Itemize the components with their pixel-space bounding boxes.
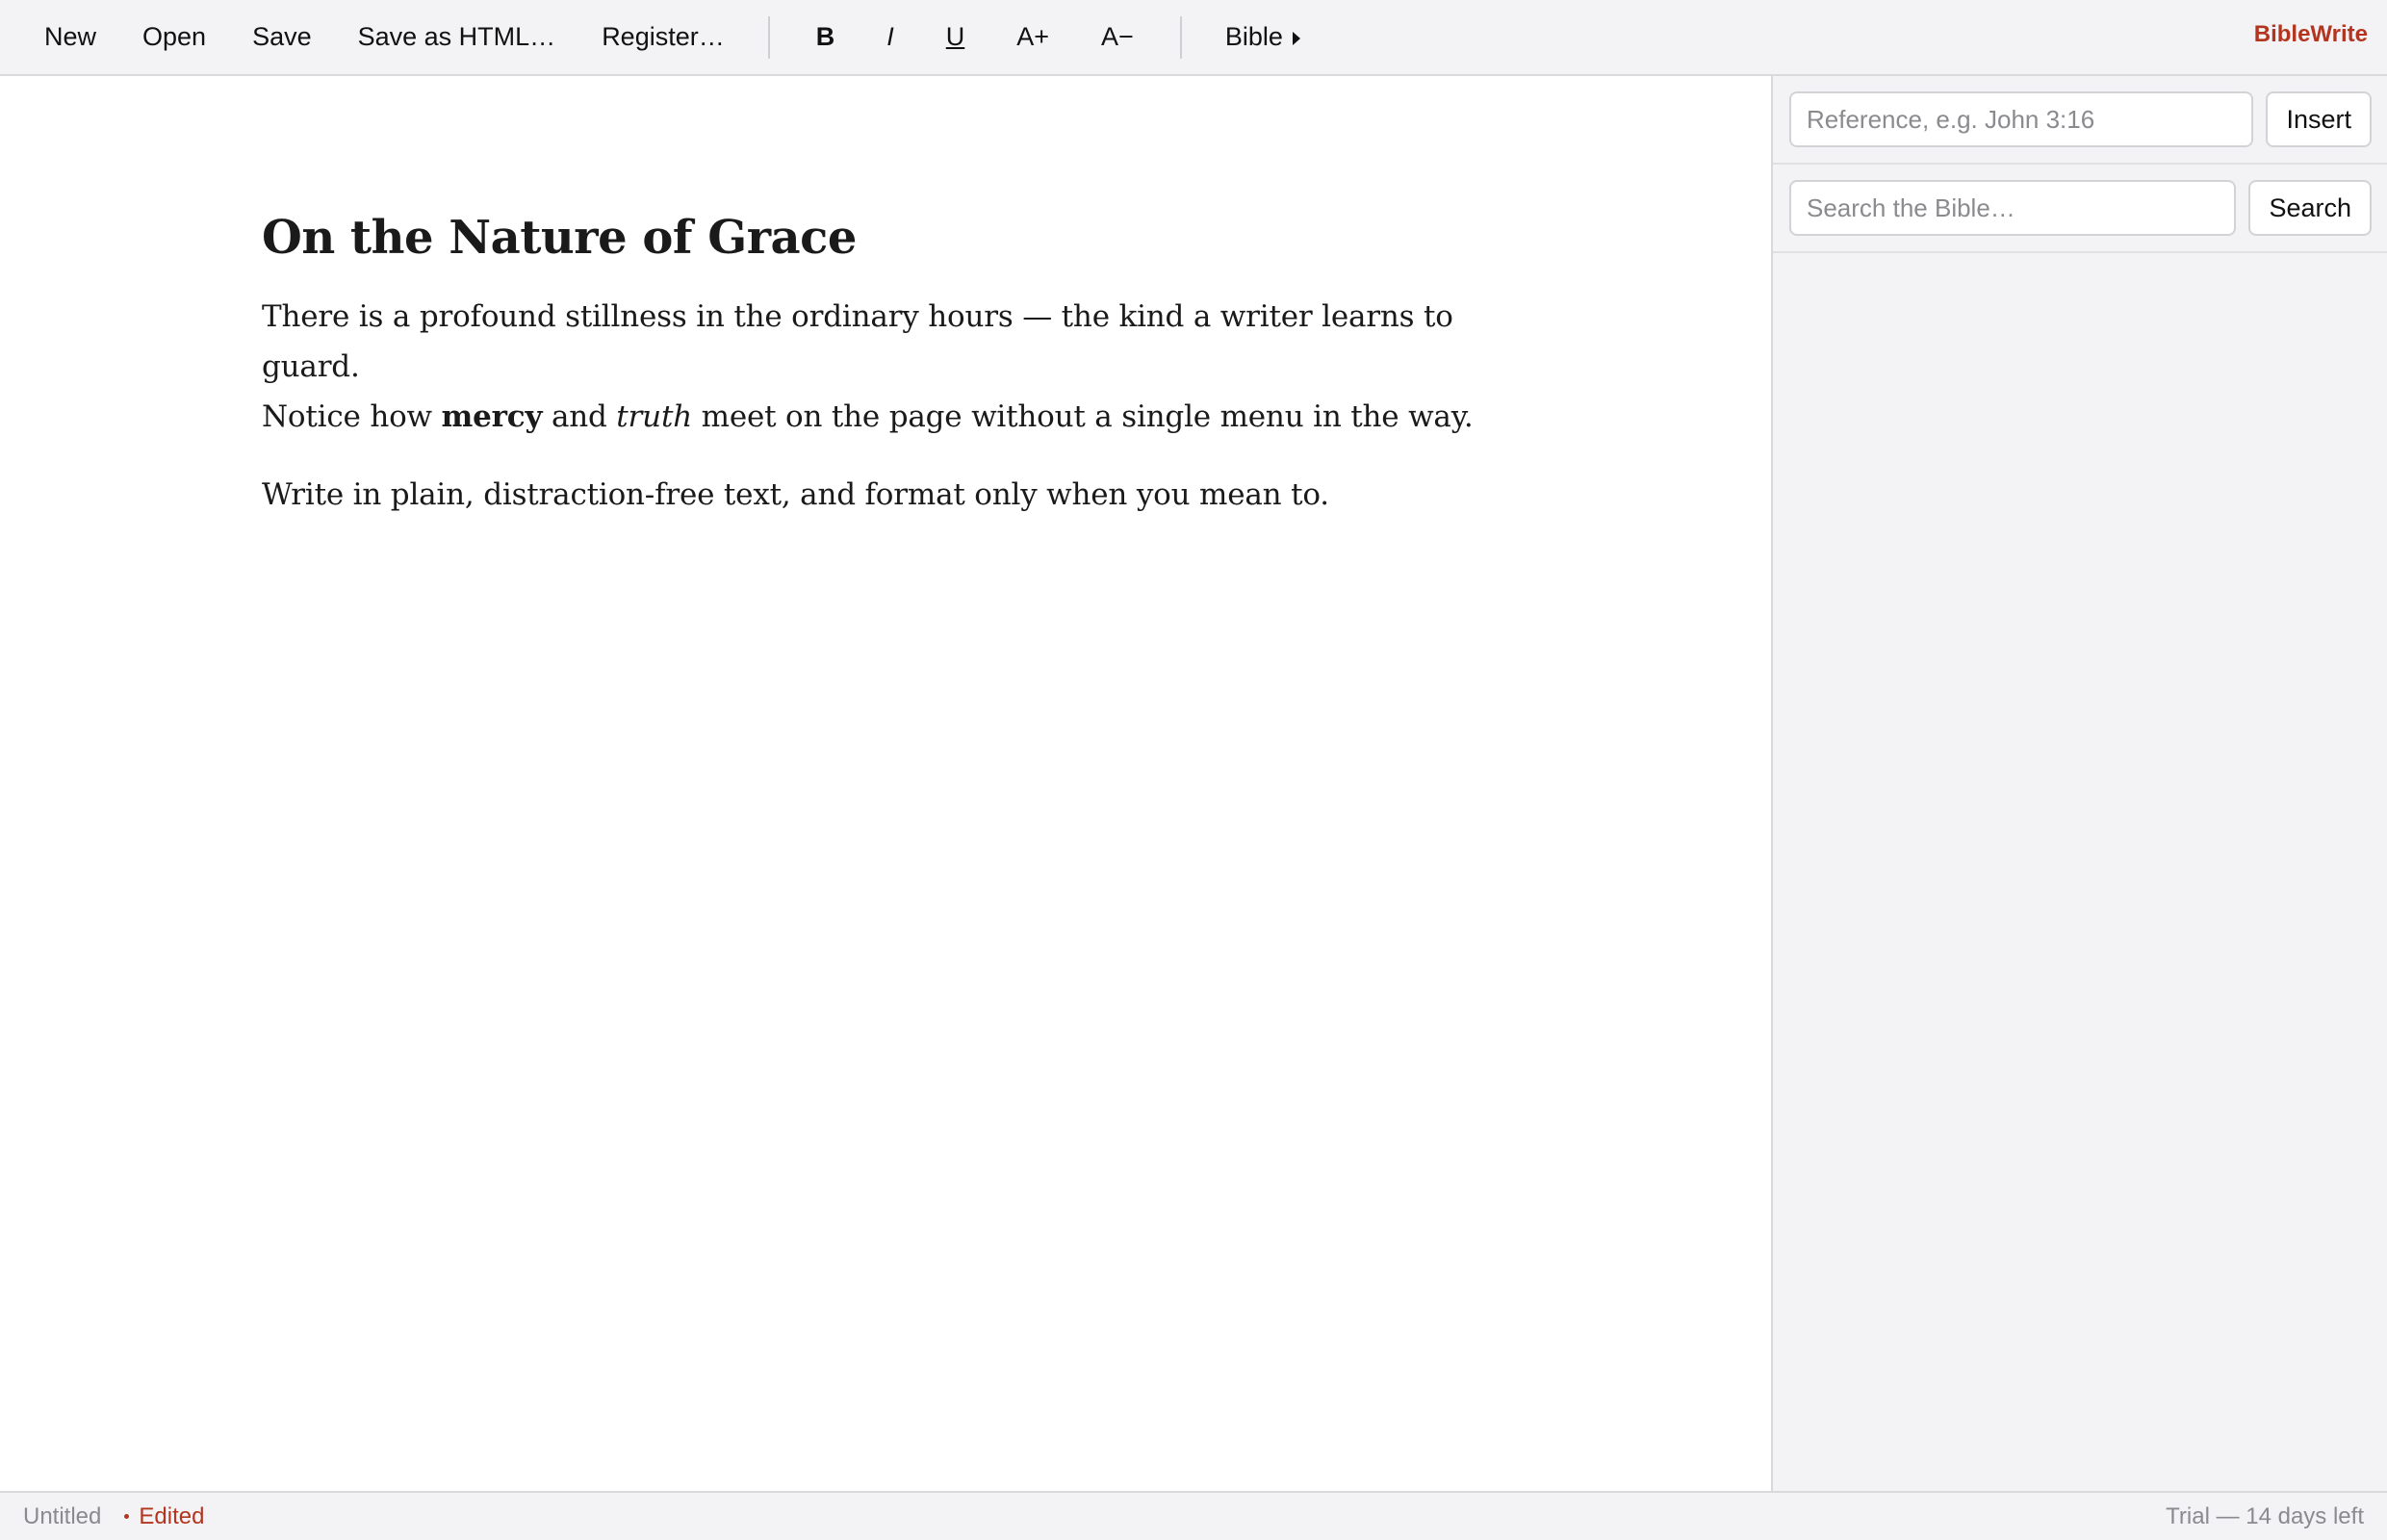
register-button[interactable]: Register…	[585, 11, 741, 64]
italic-text: truth	[616, 399, 692, 434]
trial-status: Trial — 14 days left	[2166, 1502, 2364, 1529]
reference-input[interactable]	[1789, 91, 2254, 147]
increase-font-button[interactable]: A+	[1002, 11, 1064, 64]
document-name: Untitled	[23, 1502, 102, 1529]
search-button[interactable]: Search	[2248, 180, 2372, 236]
search-row: Search	[1773, 165, 2387, 253]
toolbar: New Open Save Save as HTML… Register… B …	[0, 0, 2387, 76]
text-run: and	[542, 399, 617, 434]
status-bar: Untitled Edited Trial — 14 days left	[0, 1491, 2387, 1540]
save-button[interactable]: Save	[236, 11, 328, 64]
edited-dot-icon	[124, 1514, 130, 1519]
reference-row: Insert	[1773, 76, 2387, 165]
toolbar-divider	[767, 15, 770, 59]
new-button[interactable]: New	[28, 11, 113, 64]
bible-menu-button[interactable]: Bible	[1209, 11, 1317, 64]
caret-right-icon	[1292, 31, 1300, 45]
document-title[interactable]: On the Nature of Grace	[262, 209, 1513, 267]
text-run: Notice how	[262, 399, 442, 434]
bold-button[interactable]: B	[802, 11, 850, 64]
text-run: There is a profound stillness in the ord…	[262, 299, 1453, 384]
editor-area[interactable]: On the Nature of Grace There is a profou…	[0, 76, 1771, 1491]
paragraph[interactable]: There is a profound stillness in the ord…	[262, 292, 1513, 442]
decrease-font-button[interactable]: A−	[1087, 11, 1148, 64]
insert-button[interactable]: Insert	[2266, 91, 2372, 147]
bold-text: mercy	[441, 399, 543, 434]
edited-status: Edited	[139, 1502, 205, 1529]
app-brand: BibleWrite	[2253, 21, 2368, 47]
bible-search-input[interactable]	[1789, 180, 2237, 236]
document[interactable]: On the Nature of Grace There is a profou…	[262, 209, 1513, 548]
toolbar-divider	[1179, 15, 1182, 59]
save-as-html-button[interactable]: Save as HTML…	[342, 11, 573, 64]
italic-button[interactable]: I	[872, 11, 909, 64]
bible-menu-label: Bible	[1224, 22, 1283, 51]
bible-sidebar: Insert Search	[1771, 76, 2387, 1491]
paragraph[interactable]: Write in plain, distraction-free text, a…	[262, 470, 1513, 520]
underline-button[interactable]: U	[932, 11, 980, 64]
text-run: meet on the page without a single menu i…	[691, 399, 1474, 434]
open-button[interactable]: Open	[126, 11, 222, 64]
